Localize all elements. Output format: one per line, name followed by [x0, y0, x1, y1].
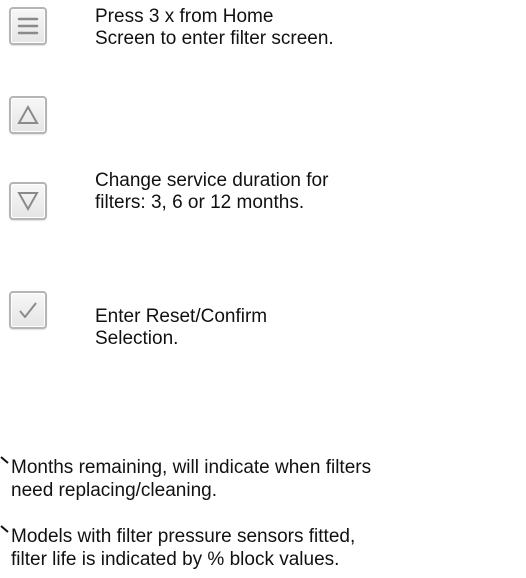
up-triangle-icon [17, 104, 39, 124]
pressure-sensor-note: Models with filter pressure sensors fitt… [11, 526, 356, 570]
menu-button[interactable] [9, 7, 47, 45]
menu-button-description: Press 3 x from Home Screen to enter filt… [95, 6, 334, 49]
confirm-button-description: Enter Reset/Confirm Selection. [95, 306, 268, 349]
down-triangle-icon [17, 192, 39, 212]
menu-icon [17, 17, 39, 35]
confirm-button[interactable] [9, 291, 47, 329]
months-remaining-note: Months remaining, will indicate when fil… [11, 457, 372, 501]
up-button[interactable] [9, 96, 47, 134]
arrow-buttons-description: Change service duration for filters: 3, … [95, 170, 329, 213]
checkmark-icon [19, 302, 37, 318]
down-button[interactable] [9, 182, 47, 220]
